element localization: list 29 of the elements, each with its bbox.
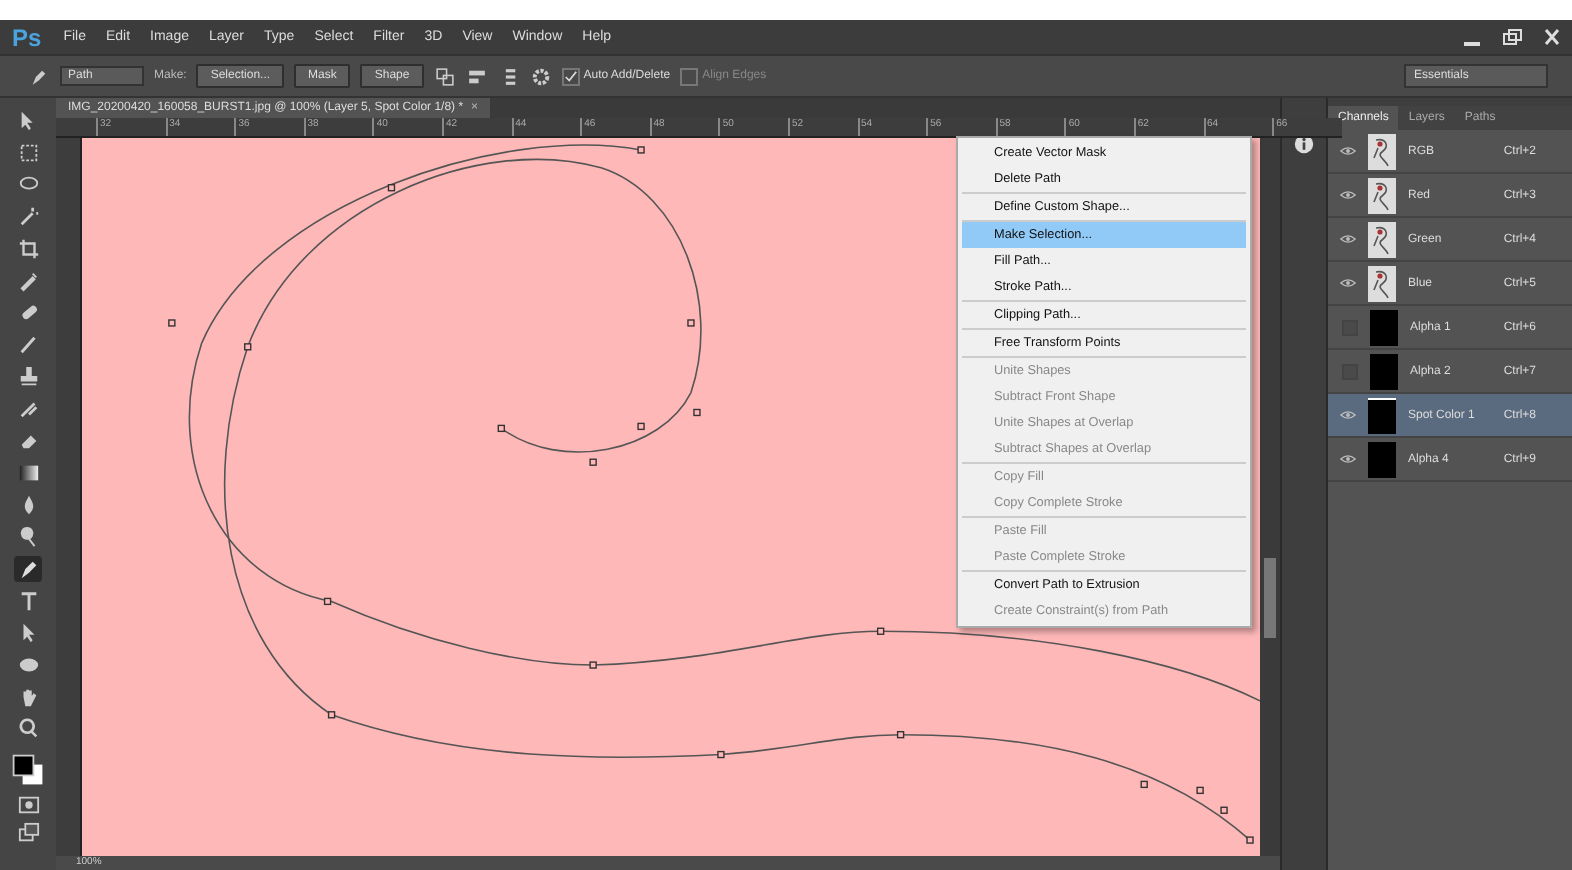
eye-icon[interactable] <box>1340 278 1356 288</box>
pen-icon[interactable] <box>28 65 50 87</box>
app-logo: Ps <box>12 23 42 51</box>
channel-thumbnail <box>1368 265 1396 301</box>
check-icon <box>563 69 578 83</box>
gradient-tool-icon[interactable] <box>14 460 42 486</box>
scrollbar-thumb[interactable] <box>1264 558 1276 638</box>
pen-tool-icon[interactable] <box>14 556 42 582</box>
channel-thumbnail <box>1368 441 1396 477</box>
eye-icon[interactable] <box>1340 454 1356 464</box>
screen-mode-icon[interactable] <box>17 822 39 844</box>
channel-thumbnail <box>1368 221 1396 257</box>
path-operations-icon[interactable] <box>433 65 456 87</box>
eye-icon[interactable] <box>1340 410 1356 420</box>
eye-icon[interactable] <box>1340 234 1356 244</box>
quick-mask-icon[interactable] <box>17 794 39 816</box>
channel-thumbnail <box>1370 353 1398 389</box>
zoom-tool-icon[interactable] <box>14 716 42 742</box>
channel-thumbnail <box>1368 397 1396 433</box>
align-icon[interactable] <box>465 65 488 87</box>
color-swatches-icon[interactable] <box>10 752 46 788</box>
channel-thumbnail <box>1368 177 1396 213</box>
eye-icon[interactable] <box>1340 190 1356 200</box>
info-icon[interactable] <box>1294 134 1314 154</box>
crop-tool-icon[interactable] <box>14 236 42 262</box>
settings-icon[interactable] <box>529 65 552 87</box>
eye-icon[interactable] <box>1340 146 1356 156</box>
channel-thumbnail <box>1368 133 1396 169</box>
channel-thumbnail <box>1370 309 1398 345</box>
